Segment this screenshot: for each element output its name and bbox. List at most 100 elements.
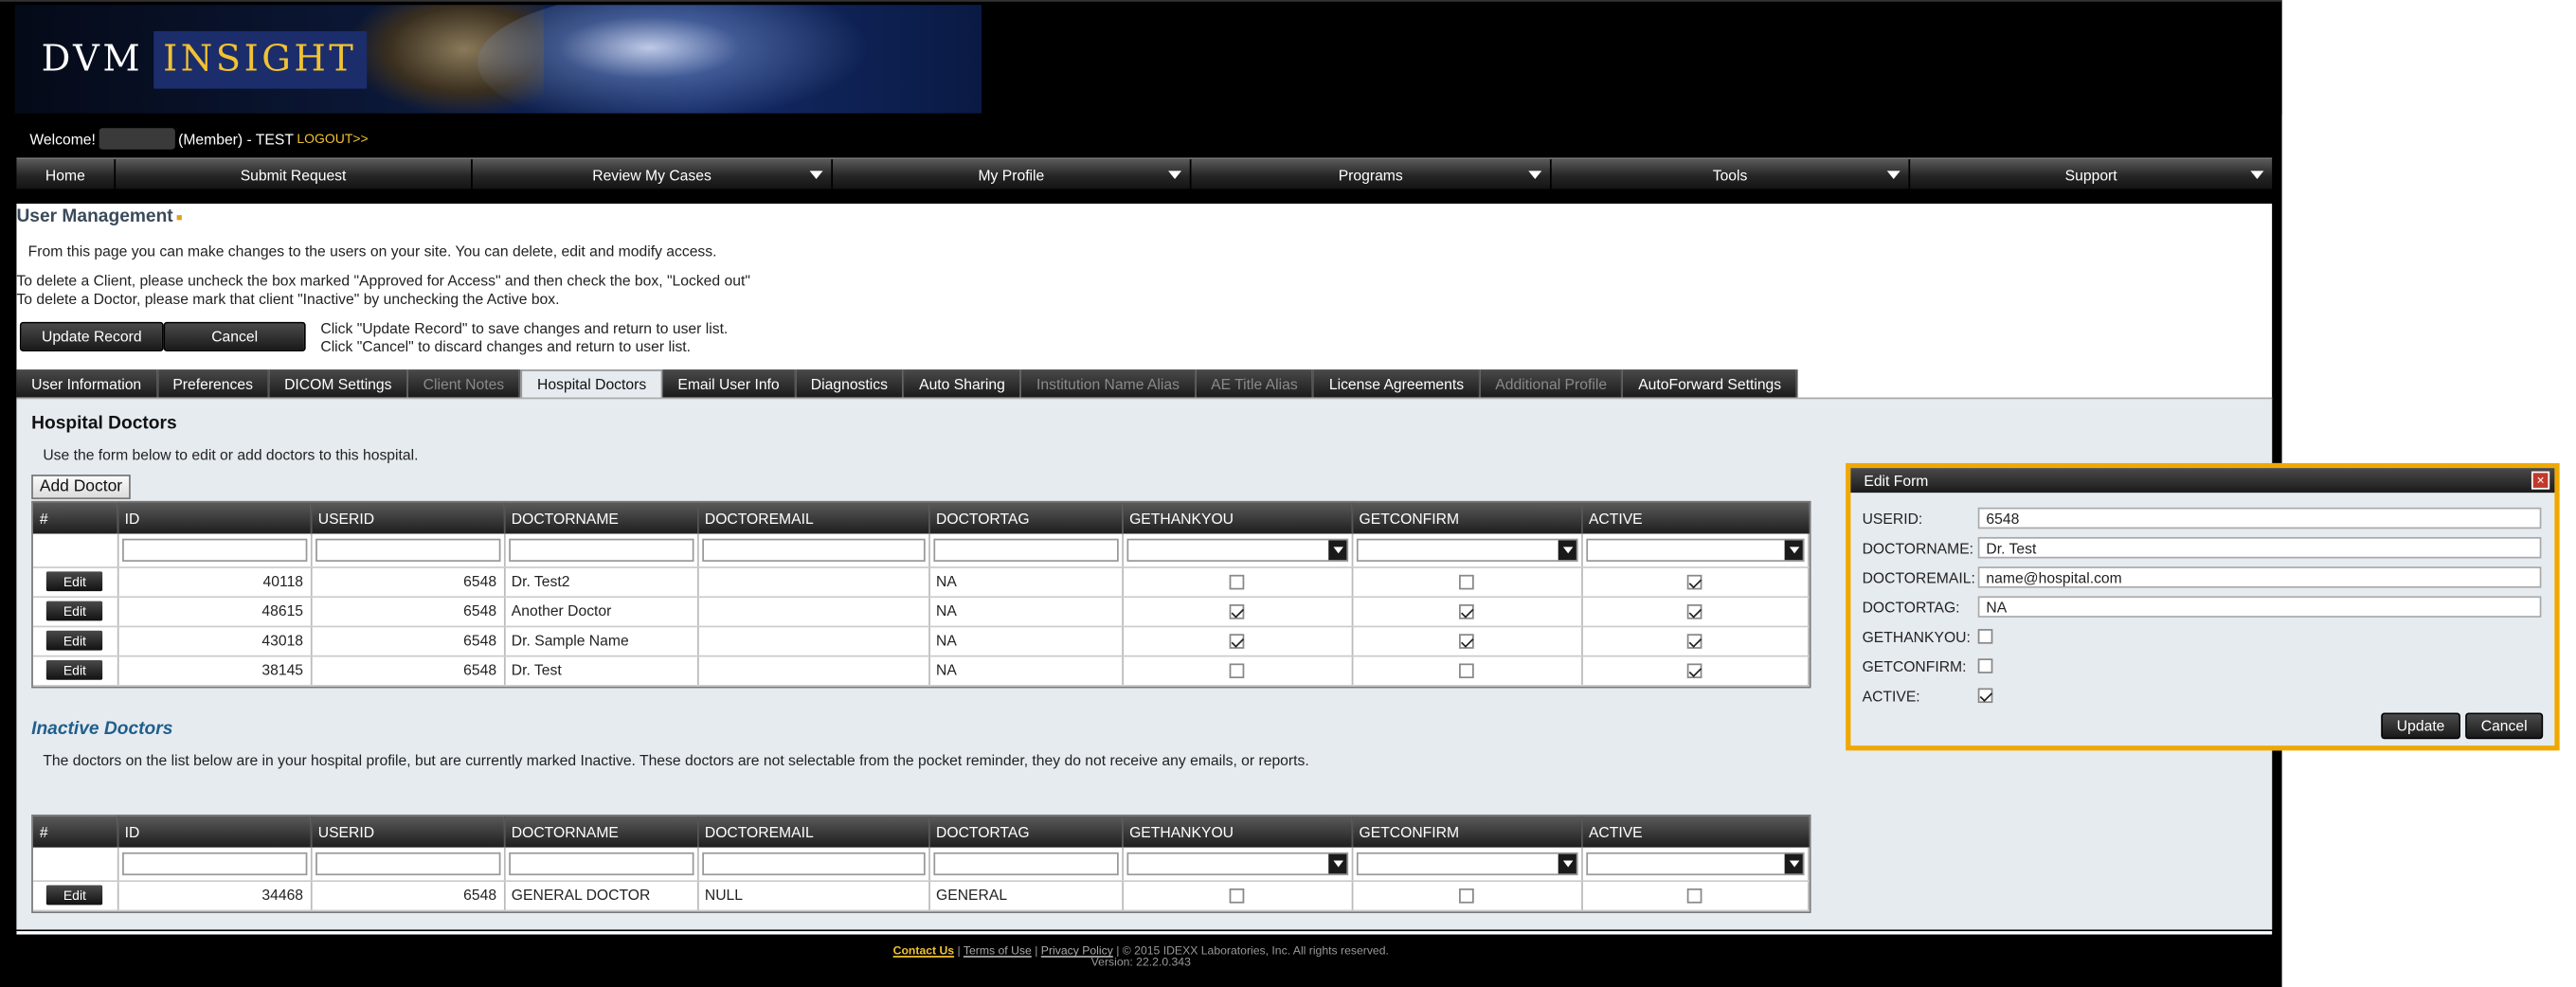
filter-select[interactable] [1356,538,1577,562]
filter-input[interactable] [932,852,1118,875]
table-row: Edit 48615 6548 Another Doctor NA [32,596,1810,627]
filter-input[interactable] [932,538,1118,562]
nav-my-profile[interactable]: My Profile [833,159,1192,191]
nav-tools[interactable]: Tools [1552,159,1911,191]
col-header[interactable]: DOCTORNAME [503,502,698,534]
col-header[interactable]: GETCONFIRM [1351,502,1582,534]
filter-input[interactable] [121,852,307,875]
tab-user-information[interactable]: User Information [16,369,158,398]
active-checkbox[interactable] [1977,688,1993,704]
privacy-policy-link[interactable]: Privacy Policy [1041,946,1113,958]
filter-input[interactable] [508,852,694,875]
edit-row-button[interactable]: Edit [46,571,103,592]
edit-form-update-button[interactable]: Update [2381,712,2460,740]
doctorname-field[interactable]: Dr. Test [1977,536,2542,559]
filter-select[interactable] [1356,852,1577,875]
contact-us-link[interactable]: Contact Us [893,946,954,958]
filter-input[interactable] [121,538,307,562]
filter-input[interactable] [508,538,694,562]
nav-support[interactable]: Support [1910,159,2272,190]
filter-row [32,533,1810,568]
userid-field[interactable]: 6548 [1977,507,2542,529]
col-header[interactable]: ID [117,502,312,534]
cell-getconfirm [1351,880,1582,911]
nav-review-my-cases[interactable]: Review My Cases [473,159,834,191]
filter-select[interactable] [1585,538,1805,562]
doctortag-field[interactable]: NA [1977,596,2542,618]
filter-select[interactable] [1126,852,1348,875]
col-header[interactable]: USERID [310,502,505,534]
cell-doctortag: NA [928,655,1124,686]
tab-label: Additional Profile [1495,375,1608,392]
tab-preferences[interactable]: Preferences [157,369,270,398]
nav-submit-request[interactable]: Submit Request [116,159,473,191]
userid-row: USERID: [1863,508,1978,529]
edit-form-titlebar[interactable]: Edit Form × [1850,468,2555,494]
cell-gethankyou [1122,880,1353,911]
getconfirm-checkbox [1459,662,1474,678]
tab-license-agreements[interactable]: License Agreements [1314,369,1481,398]
tab-dicom-settings[interactable]: DICOM Settings [269,369,408,398]
nav-home[interactable]: Home [16,159,117,191]
tab-ae-title-alias: AE Title Alias [1196,369,1315,398]
role-text: (Member) - TEST [178,130,294,148]
filter-select[interactable] [1126,538,1348,562]
add-doctor-button[interactable]: Add Doctor [31,475,131,500]
filter-input[interactable] [315,852,500,875]
doctoremail-field[interactable]: name@hospital.com [1977,566,2542,588]
logout-link[interactable]: LOGOUT>> [297,132,368,147]
col-header[interactable]: GETHANKYOU [1122,502,1353,534]
tab-label: AE Title Alias [1211,375,1298,392]
cell-id: 40118 [117,566,312,598]
col-header[interactable]: DOCTORTAG [928,816,1124,848]
col-header[interactable]: GETHANKYOU [1122,816,1353,848]
col-header[interactable]: GETCONFIRM [1351,816,1582,848]
cell-id: 38145 [117,655,312,686]
col-header[interactable]: DOCTOREMAIL [697,502,930,534]
edit-cell: Edit [32,596,118,627]
tab-label: Hospital Doctors [537,376,647,393]
filter-input[interactable] [701,538,925,562]
main-nav: Home Submit Request Review My Cases My P… [16,157,2273,191]
cell-userid: 6548 [310,596,505,627]
cell-gethankyou [1122,655,1353,686]
inactive-doctors-title: Inactive Doctors [31,719,173,740]
cell-active [1581,880,1810,911]
terms-of-use-link[interactable]: Terms of Use [964,946,1032,958]
col-header[interactable]: DOCTOREMAIL [697,816,930,848]
col-header[interactable]: USERID [310,816,505,848]
edit-row-button[interactable]: Edit [46,885,103,906]
update-record-button[interactable]: Update Record [19,321,164,352]
inactive-doctors-body: Edit 34468 6548 GENERAL DOCTOR NULL GENERAL [32,847,1810,911]
tab-auto-sharing[interactable]: Auto Sharing [904,369,1022,398]
col-header[interactable]: DOCTORNAME [503,816,698,848]
filter-spacer [32,847,118,882]
filter-input[interactable] [701,852,925,875]
close-icon[interactable]: × [2531,471,2550,490]
col-header[interactable]: ID [117,816,312,848]
page-title: User Management [16,206,182,226]
doctortag-label: DOCTORTAG: [1862,598,1960,616]
col-header[interactable]: DOCTORTAG [928,502,1124,534]
edit-row-button[interactable]: Edit [46,630,103,651]
dvm-insight-logo[interactable]: DVM INSIGHT [31,30,367,89]
edit-row-button[interactable]: Edit [46,601,103,621]
filter-input[interactable] [315,538,500,562]
active-checkbox [1687,633,1702,648]
nav-programs[interactable]: Programs [1191,159,1552,191]
cancel-button[interactable]: Cancel [163,321,306,352]
tab-diagnostics[interactable]: Diagnostics [796,369,905,398]
edit-form-cancel-button[interactable]: Cancel [2465,712,2544,740]
filter-select[interactable] [1585,852,1805,875]
getconfirm-checkbox[interactable] [1977,658,1993,673]
tab-hospital-doctors[interactable]: Hospital Doctors [520,369,663,398]
col-header[interactable]: ACTIVE [1581,502,1809,534]
tab-email-user-info[interactable]: Email User Info [662,369,797,398]
col-header[interactable]: ACTIVE [1581,816,1809,848]
chevron-down-icon [2250,170,2264,179]
tab-autoforward-settings[interactable]: AutoForward Settings [1623,369,1798,398]
gethankyou-checkbox[interactable] [1977,629,1993,644]
edit-row-button[interactable]: Edit [46,659,103,680]
delete-client-note: To delete a Client, please uncheck the b… [16,272,750,290]
chevron-down-icon [1528,170,1542,179]
